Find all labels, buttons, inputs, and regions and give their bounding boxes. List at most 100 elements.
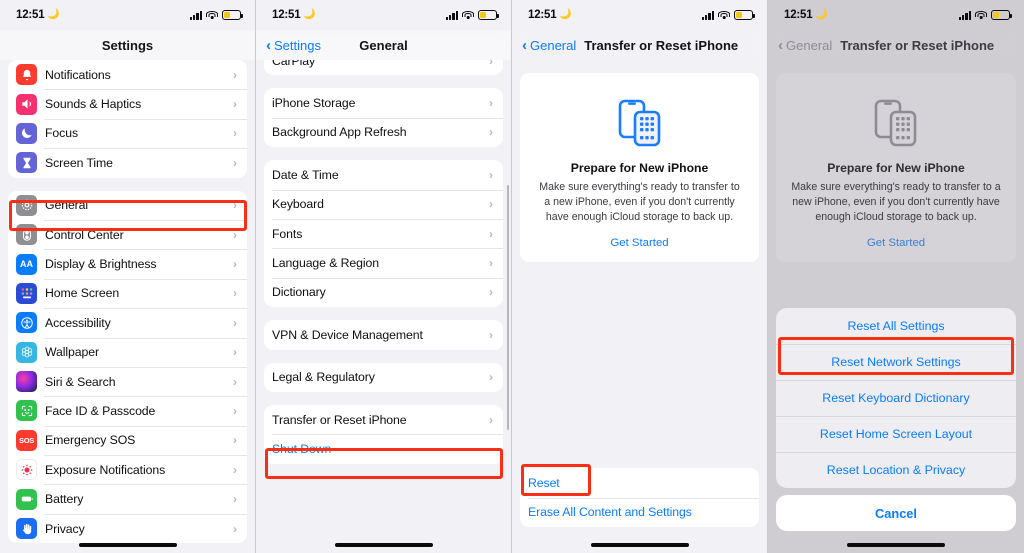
back-button-general[interactable]: ‹ General [778,38,832,53]
general-list: CarPlay › iPhone Storage › Background Ap… [256,46,511,464]
chevron-left-icon: ‹ [266,36,271,54]
chevron-right-icon: › [233,403,237,418]
list-item-background-app-refresh[interactable]: Background App Refresh › [264,117,503,147]
list-item-legal-regulatory[interactable]: Legal & Regulatory › [264,363,503,392]
list-item-label: Legal & Regulatory [272,370,375,385]
chevron-right-icon: › [233,315,237,330]
list-item-iphone-storage[interactable]: iPhone Storage › [264,88,503,117]
scrollbar[interactable] [506,185,509,430]
sidebar-item-emergency-sos[interactable]: SOS Emergency SOS › [8,425,247,455]
cellular-signal-icon [701,10,714,20]
page-title: Transfer or Reset iPhone [840,37,995,53]
chevron-right-icon: › [489,96,493,111]
sidebar-item-exposure-notifications[interactable]: Exposure Notifications › [8,455,247,484]
list-item-shut-down[interactable]: Shut Down [264,434,503,463]
list-item-label: Dictionary [272,285,326,300]
list-item-reset[interactable]: Reset [520,468,759,497]
clock-time: 12:51 [272,9,301,21]
sidebar-item-label: Privacy [45,521,85,536]
battery-low-power-icon [478,10,500,20]
list-item-keyboard[interactable]: Keyboard › [264,189,503,219]
prepare-for-new-iphone-card: Prepare for New iPhone Make sure everyth… [520,73,759,263]
list-item-date-time[interactable]: Date & Time › [264,160,503,189]
reset-group: Reset Erase All Content and Settings [520,468,759,527]
sidebar-item-wallpaper[interactable]: Wallpaper › [8,337,247,367]
wifi-icon [206,10,218,20]
clock-time: 12:51 [528,9,557,21]
list-item-label: Keyboard [272,197,324,212]
status-bar-right [958,10,1013,20]
sidebar-item-display-brightness[interactable]: AA Display & Brightness › [8,249,247,278]
sidebar-item-focus[interactable]: Focus › [8,118,247,148]
status-bar-left: 12:51 🌙 [16,9,60,21]
sidebar-item-label: Display & Brightness [45,257,157,272]
reset-action-sheet: Reset All Settings Reset Network Setting… [776,308,1016,531]
list-item-label: VPN & Device Management [272,327,423,342]
transfer-reset-body-dimmed: Prepare for New iPhone Make sure everyth… [768,60,1024,263]
sidebar-item-privacy[interactable]: Privacy › [8,513,247,543]
list-item-language-region[interactable]: Language & Region › [264,248,503,277]
reset-action-sheet-options: Reset All Settings Reset Network Setting… [776,308,1016,488]
screen-transfer-reset: 12:51 🌙 ‹ General Transfer or Reset iPho… [512,0,768,553]
crescent-moon-icon: 🌙 [47,9,60,20]
list-item-erase-all-content-and-settings[interactable]: Erase All Content and Settings [520,497,759,527]
status-bar-right [445,10,500,20]
back-button-settings[interactable]: ‹ Settings [266,38,321,53]
accessibility-person-icon [16,312,37,334]
card-title: Prepare for New iPhone [827,161,965,175]
sidebar-item-label: Face ID & Passcode [45,403,156,418]
action-reset-network-settings[interactable]: Reset Network Settings [776,344,1016,380]
aa-text-icon: AA [16,253,37,275]
screen-general: 12:51 🌙 ‹ Settings General CarPlay › iPh… [256,0,512,553]
chevron-right-icon: › [489,285,493,300]
sidebar-item-general[interactable]: General › [8,191,247,220]
action-reset-home-screen-layout[interactable]: Reset Home Screen Layout [776,416,1016,452]
face-id-icon [16,400,37,422]
sidebar-item-label: Emergency SOS [45,433,136,448]
sidebar-item-label: Focus [45,126,78,141]
sidebar-item-control-center[interactable]: Control Center › [8,219,247,249]
exposure-dot-icon [16,459,37,481]
chevron-right-icon: › [233,345,237,360]
crescent-moon-icon: 🌙 [815,9,828,20]
sidebar-item-siri-search[interactable]: Siri & Search › [8,366,247,396]
notifications-bell-icon [16,64,37,86]
prepare-for-new-iphone-card: Prepare for New iPhone Make sure everyth… [776,73,1016,263]
crescent-moon-icon [16,122,37,144]
nav-bar-transfer-reset-dimmed: ‹ General Transfer or Reset iPhone [768,30,1024,60]
sidebar-item-label: Accessibility [45,315,111,330]
action-reset-keyboard-dictionary[interactable]: Reset Keyboard Dictionary [776,380,1016,416]
list-item-transfer-or-reset-iphone[interactable]: Transfer or Reset iPhone › [264,405,503,434]
sidebar-item-screen-time[interactable]: Screen Time › [8,148,247,177]
back-button-label: General [786,37,833,53]
sidebar-item-battery[interactable]: Battery › [8,484,247,513]
page-title: Transfer or Reset iPhone [584,37,739,53]
get-started-button[interactable]: Get Started [532,237,747,249]
action-reset-all-settings[interactable]: Reset All Settings [776,308,1016,344]
back-button-general[interactable]: ‹ General [522,38,576,53]
sidebar-item-label: General [45,198,89,213]
general-group-1: iPhone Storage › Background App Refresh … [264,88,503,148]
get-started-button[interactable]: Get Started [788,237,1004,249]
list-item-fonts[interactable]: Fonts › [264,218,503,248]
sidebar-item-home-screen[interactable]: Home Screen › [8,278,247,308]
list-item-dictionary[interactable]: Dictionary › [264,277,503,307]
sidebar-item-label: Siri & Search [45,374,116,389]
settings-group-2: General › Control Center › AA Display & … [8,190,247,544]
sidebar-item-label: Sounds & Haptics [45,97,142,112]
list-item-label: Background App Refresh [272,125,407,140]
sidebar-item-face-id-passcode[interactable]: Face ID & Passcode › [8,396,247,425]
action-reset-location-privacy[interactable]: Reset Location & Privacy [776,452,1016,488]
wifi-icon [462,10,474,20]
two-phones-transfer-icon [532,89,747,157]
status-bar: 12:51 🌙 [512,0,767,30]
sidebar-item-accessibility[interactable]: Accessibility › [8,308,247,337]
list-item-vpn-device-management[interactable]: VPN & Device Management › [264,320,503,349]
status-bar: 12:51 🌙 [256,0,511,30]
siri-orb-icon [16,371,37,393]
cancel-button[interactable]: Cancel [776,495,1016,531]
sidebar-item-sounds-haptics[interactable]: Sounds & Haptics › [8,89,247,118]
general-group-5: Transfer or Reset iPhone › Shut Down [264,404,503,464]
sidebar-item-notifications[interactable]: Notifications › [8,60,247,89]
sidebar-item-label: Battery [45,492,84,507]
